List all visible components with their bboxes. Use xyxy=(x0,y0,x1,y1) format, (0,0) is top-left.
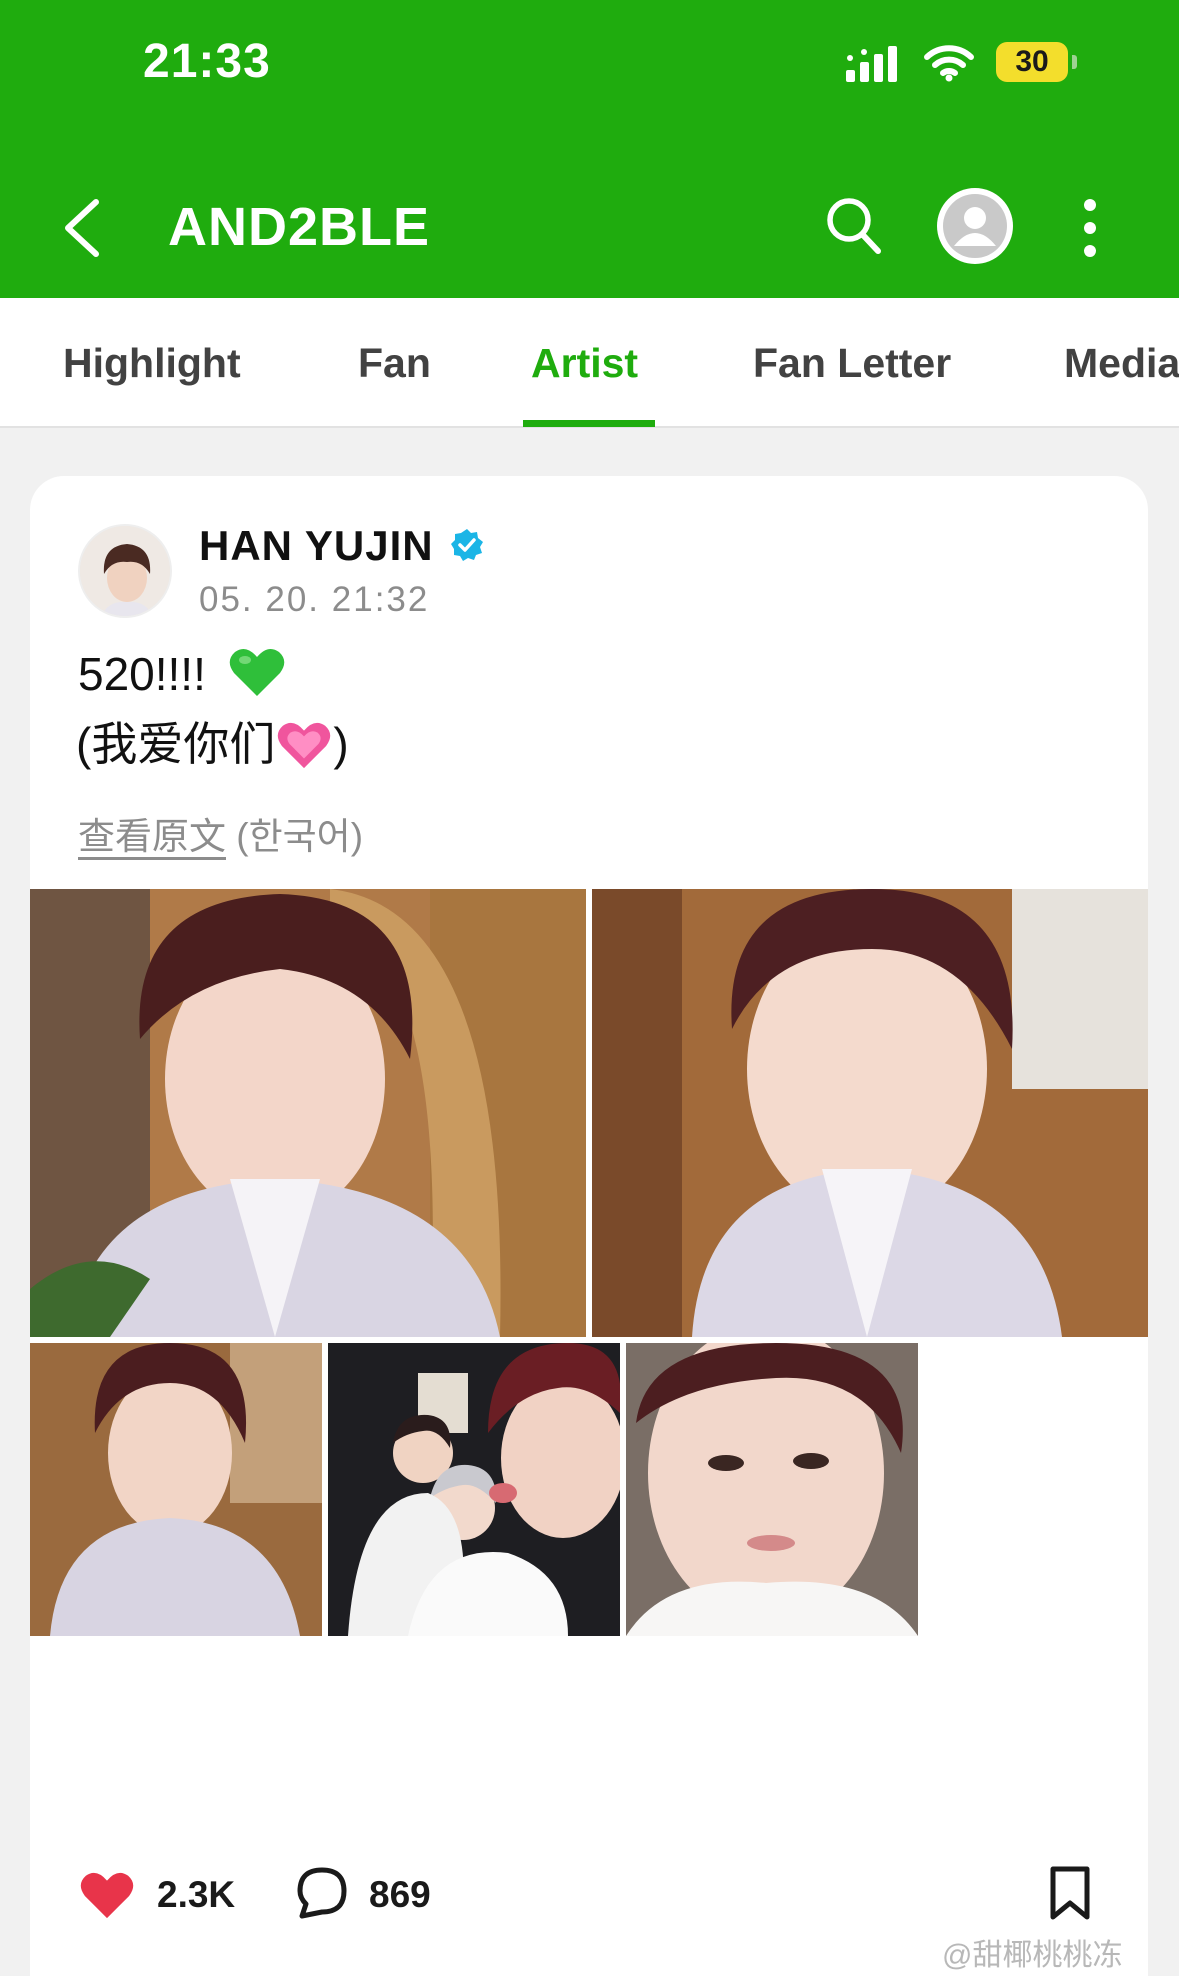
translation-toggle: 查看原文 (한국어) xyxy=(78,806,363,860)
post-card: HAN YUJIN 05. 20. 21:32 520!!!! (我爱你们 ) … xyxy=(30,476,1148,1976)
post-text-chinese: (我爱你们 xyxy=(76,718,276,770)
battery-indicator: 30 xyxy=(996,42,1068,82)
profile-avatar-button[interactable] xyxy=(937,188,1013,264)
green-heart-icon xyxy=(229,648,284,696)
more-options-icon[interactable] xyxy=(1082,198,1098,258)
battery-tip xyxy=(1072,55,1077,69)
cellular-signal-icon xyxy=(846,46,897,82)
watermark: @甜椰桃桃冻 xyxy=(942,1939,1123,1972)
status-time: 21:33 xyxy=(143,35,271,88)
like-count: 2.3K xyxy=(157,1874,236,1915)
comment-bubble-icon[interactable] xyxy=(296,1866,348,1920)
active-tab-indicator xyxy=(523,420,655,427)
post-text-paren: ) xyxy=(333,718,349,770)
post-text-520: 520!!!! xyxy=(78,648,206,700)
post-photo-2[interactable] xyxy=(592,889,1148,1337)
user-icon xyxy=(943,194,1007,258)
verified-badge-icon xyxy=(451,529,483,561)
post-text-line1: 520!!!! xyxy=(78,646,285,701)
app-header: AND2BLE xyxy=(0,140,1179,298)
tab-media[interactable]: Media xyxy=(1064,340,1179,387)
author-name[interactable]: HAN YUJIN xyxy=(199,522,434,570)
post-photo-1[interactable] xyxy=(30,889,586,1337)
tab-bar: Highlight Fan Artist Fan Letter Media xyxy=(0,298,1179,428)
status-bar: 21:33 30 xyxy=(0,0,1179,140)
tab-artist[interactable]: Artist xyxy=(531,340,638,387)
post-photo-5[interactable] xyxy=(626,1343,918,1636)
tab-highlight[interactable]: Highlight xyxy=(63,340,241,387)
page-title: AND2BLE xyxy=(168,197,431,257)
like-heart-icon[interactable] xyxy=(80,1870,134,1920)
tab-fan[interactable]: Fan xyxy=(358,340,431,387)
post-photo-4[interactable] xyxy=(328,1343,620,1636)
original-language: (한국어) xyxy=(236,816,364,857)
pink-heart-icon xyxy=(278,722,331,769)
bookmark-icon[interactable] xyxy=(1048,1865,1092,1921)
post-text-line2: (我爱你们 ) xyxy=(76,708,349,774)
tab-fan-letter[interactable]: Fan Letter xyxy=(753,340,951,387)
back-arrow-icon[interactable] xyxy=(60,198,106,258)
wifi-icon xyxy=(924,45,974,82)
post-photo-3[interactable] xyxy=(30,1343,322,1636)
comment-count: 869 xyxy=(369,1874,431,1915)
author-avatar[interactable] xyxy=(78,524,172,618)
view-original-link[interactable]: 查看原文 xyxy=(78,816,226,857)
search-icon[interactable] xyxy=(824,195,884,257)
post-timestamp: 05. 20. 21:32 xyxy=(199,580,430,619)
battery-level: 30 xyxy=(1015,45,1049,78)
